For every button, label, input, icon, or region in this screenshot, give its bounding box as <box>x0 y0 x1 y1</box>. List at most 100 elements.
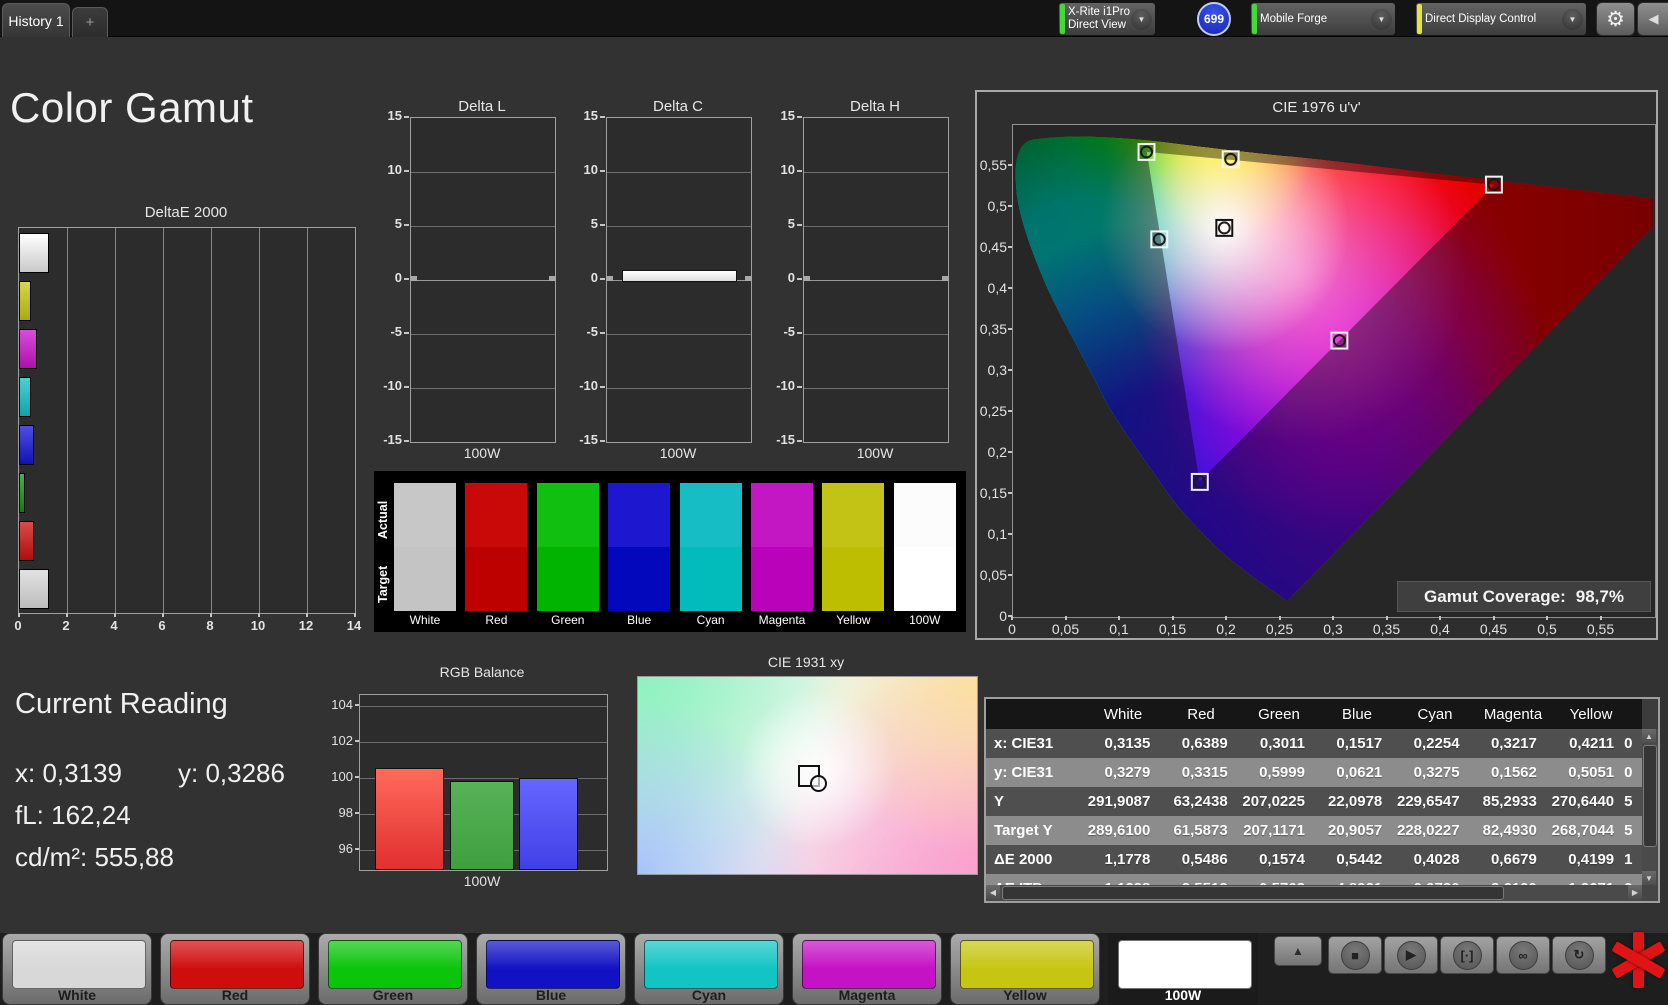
y-axis-tick-label: 10 <box>583 162 598 177</box>
deltae-chart-title: DeltaE 2000 <box>144 204 228 221</box>
gridline <box>804 388 948 389</box>
y-axis-tick <box>600 116 605 118</box>
swatch-label: 100W <box>909 613 941 627</box>
y-axis-tick-label: -5 <box>586 324 598 339</box>
gridline <box>607 172 751 173</box>
pattern-button-green[interactable]: Green <box>318 933 468 1005</box>
table-horizontal-scrollbar[interactable]: ◀ ▶ <box>986 885 1642 901</box>
actual-swatch-green <box>536 483 599 547</box>
actual-swatch-cyan <box>679 483 742 547</box>
actual-swatch-magenta <box>751 483 813 547</box>
cie-x-tick-label: 0,25 <box>1265 621 1294 637</box>
gridline <box>259 228 260 613</box>
play-button[interactable]: ▶ <box>1384 936 1438 974</box>
scroll-right-icon[interactable]: ▶ <box>1628 885 1642 899</box>
cie-y-tick-label: 0,05 <box>979 567 1007 583</box>
column-header-cyan: Cyan <box>1417 705 1453 723</box>
rgb-y-tick-label: 100 <box>331 769 353 784</box>
deltae-bar-red <box>19 521 34 561</box>
delta-chart-title: Delta C <box>652 98 704 115</box>
delta-chart-xlabel: 100W <box>856 445 894 461</box>
table-header-row: White Red Green Blue Cyan Magenta Yellow <box>986 699 1642 729</box>
pattern-button-cyan[interactable]: Cyan <box>634 933 784 1005</box>
pattern-button-100w[interactable]: 100W <box>1108 933 1258 1005</box>
table-vertical-scrollbar[interactable]: ▲ ▼ <box>1642 729 1658 885</box>
y-axis-tick <box>404 170 409 172</box>
infinity-button[interactable]: ∞ <box>1496 936 1550 974</box>
gamut-coverage-readout: Gamut Coverage: 98,7% <box>1397 581 1651 612</box>
gridline <box>411 280 555 281</box>
cie1976-diagram <box>1015 136 1668 602</box>
gridline <box>115 228 116 613</box>
pattern-button-magenta[interactable]: Magenta <box>792 933 942 1005</box>
pattern-label: Red <box>221 987 249 1003</box>
table-row-6: ΔE ITP1,12382,55130,57634,89310,97302,61… <box>986 874 1642 885</box>
meter-probe[interactable]: X-Rite i1Pro 3Direct View▼ <box>1058 2 1156 36</box>
pattern-button-yellow[interactable]: Yellow <box>950 933 1100 1005</box>
table-cell-clipped: 0 <box>1624 764 1633 781</box>
table-cell: 0,5442 <box>1336 851 1383 868</box>
loop-button[interactable]: ↻ <box>1552 936 1606 974</box>
pattern-button-red[interactable]: Red <box>160 933 310 1005</box>
pattern-button-white[interactable]: White <box>2 933 152 1005</box>
cie-y-tick <box>1008 246 1012 248</box>
horizontal-scroll-thumb[interactable] <box>1002 886 1504 900</box>
results-table: White Red Green Blue Cyan Magenta Yellow x: CIE… <box>986 699 1642 885</box>
y-axis-tick-label: -5 <box>783 324 795 339</box>
reading-x: x: 0,3139 <box>15 758 122 788</box>
pattern-label: Green <box>372 987 414 1003</box>
y-axis-tick-label: 15 <box>583 108 598 123</box>
pattern-window-up-button[interactable]: ▲ <box>1274 936 1322 966</box>
cie-y-tick-label: 0,35 <box>979 321 1007 337</box>
cie-x-tick <box>1599 616 1602 620</box>
x-axis-tick <box>354 613 356 617</box>
cie-x-tick <box>1385 616 1388 620</box>
chevron-down-icon[interactable]: ▼ <box>1562 8 1583 30</box>
table-cell-clipped: 5 <box>1624 793 1633 810</box>
vertical-scroll-thumb[interactable] <box>1643 745 1657 847</box>
settings-gear-button[interactable]: ⚙ <box>1596 2 1635 36</box>
table-cell: 270,6440 <box>1551 793 1615 810</box>
collapse-panel-button[interactable]: ◀ <box>1637 2 1668 36</box>
rgb-y-tick <box>355 848 359 850</box>
y-axis-tick-label: -5 <box>390 324 402 339</box>
table-cell: 228,0227 <box>1396 822 1460 839</box>
gridline <box>411 334 555 335</box>
stop-button[interactable]: ■ <box>1328 936 1382 974</box>
table-cell: 0,4199 <box>1568 851 1615 868</box>
delta-chart-delta-c <box>606 117 752 443</box>
scroll-up-icon[interactable]: ▲ <box>1642 729 1656 743</box>
delta-bar-100w <box>622 270 737 282</box>
y-axis-tick-label: 15 <box>780 108 795 123</box>
rgb-bar-blue <box>519 778 578 870</box>
table-cell: 82,4930 <box>1482 822 1537 839</box>
cie-x-tick-label: 0,45 <box>1479 621 1508 637</box>
scroll-down-icon[interactable]: ▼ <box>1642 871 1656 885</box>
pattern-button-blue[interactable]: Blue <box>476 933 626 1005</box>
table-cell: 229,6547 <box>1396 793 1460 810</box>
meter-pattern-source[interactable]: Mobile Forge ▼ <box>1250 2 1396 36</box>
y-axis-tick-label: 10 <box>780 162 795 177</box>
chevron-down-icon[interactable]: ▼ <box>1131 8 1152 30</box>
actual-target-strip: Actual Target White Red Green Blue Cyan Magenta… <box>374 471 966 632</box>
meter-count-badge[interactable]: 699 <box>1197 2 1231 36</box>
chevron-down-icon[interactable]: ▼ <box>1371 8 1392 30</box>
target-swatch-green <box>536 547 599 611</box>
rgb-y-tick <box>355 812 359 814</box>
meter-label-line: X-Rite i1Pro 3 <box>1068 6 1131 18</box>
meter-display-control[interactable]: Direct Display Control ▼ <box>1415 2 1587 36</box>
add-tab-button[interactable]: + <box>72 7 108 37</box>
step-button[interactable]: [·] <box>1440 936 1494 974</box>
y-axis-tick-label: 5 <box>787 216 795 231</box>
cie-x-tick-label: 0,2 <box>1216 621 1236 637</box>
table-cell: 0,3217 <box>1490 735 1537 752</box>
y-axis-tick <box>797 116 802 118</box>
y-axis-tick <box>404 224 409 226</box>
table-cell: 207,0225 <box>1242 793 1305 810</box>
scroll-left-icon[interactable]: ◀ <box>986 885 1000 899</box>
cie-y-tick-label: 0,2 <box>987 444 1007 460</box>
table-cell: 0,3279 <box>1104 764 1151 781</box>
zero-tick <box>606 276 613 281</box>
cie-y-tick <box>1008 369 1012 371</box>
tab-history-1[interactable]: History 1 <box>2 3 70 37</box>
